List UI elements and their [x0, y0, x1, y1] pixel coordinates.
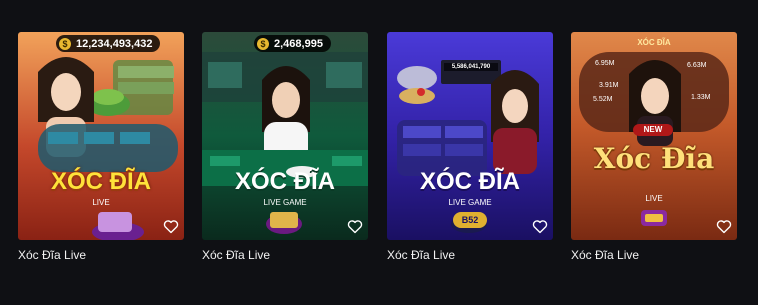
game-title: XÓC ĐĨA	[419, 168, 520, 195]
game-thumbnail[interactable]: 5,586,041,790 XÓC ĐĨA LIVE GAME B52	[387, 32, 553, 240]
dollar-coin-icon: $	[257, 37, 269, 50]
heart-outline-icon[interactable]	[163, 219, 179, 234]
heart-outline-icon[interactable]	[347, 219, 363, 234]
game-subtitle: LIVE GAME	[263, 198, 307, 207]
game-artwork	[202, 32, 368, 240]
board-value-5: 1.33M	[691, 94, 711, 101]
game-card-2[interactable]: $ 2,468,995 XÓC ĐĨA LIVE GAME Xóc Đĩa Li…	[202, 32, 368, 262]
game-title: Xóc Đĩa	[593, 142, 715, 175]
game-caption[interactable]: Xóc Đĩa Live	[387, 248, 553, 262]
game-caption[interactable]: Xóc Đĩa Live	[18, 248, 184, 262]
dollar-coin-icon: $	[59, 37, 71, 50]
jackpot-badge: $ 12,234,493,432	[56, 35, 161, 52]
game-thumbnail[interactable]: XÓC ĐĨA 6.95M 3.91M 5.52M 6.63M 1.33M NE…	[571, 32, 737, 240]
board-value-3: 5.52M	[593, 96, 613, 103]
heart-outline-icon[interactable]	[532, 219, 548, 234]
game-artwork	[18, 32, 184, 240]
game-title: XÓC ĐĨA	[50, 168, 151, 195]
jackpot-amount: 2,468,995	[274, 37, 323, 50]
game-thumbnail[interactable]: $ 12,234,493,432 XÓC ĐĨA LIVE	[18, 32, 184, 240]
game-title: XÓC ĐĨA	[234, 168, 335, 195]
board-value-1: 6.95M	[595, 60, 615, 67]
game-card-4[interactable]: XÓC ĐĨA 6.95M 3.91M 5.52M 6.63M 1.33M NE…	[571, 32, 737, 262]
game-card-3[interactable]: 5,586,041,790 XÓC ĐĨA LIVE GAME B52 Xóc …	[387, 32, 553, 262]
jackpot-badge: $ 2,468,995	[254, 35, 331, 52]
game-logo-icon	[641, 210, 667, 226]
new-badge: NEW	[633, 124, 673, 136]
top-title: XÓC ĐĨA	[637, 38, 671, 47]
game-subtitle: LIVE	[645, 194, 663, 203]
heart-outline-icon[interactable]	[716, 219, 732, 234]
game-caption[interactable]: Xóc Đĩa Live	[202, 248, 368, 262]
game-caption[interactable]: Xóc Đĩa Live	[571, 248, 737, 262]
screen-value: 5,586,041,790	[451, 64, 491, 70]
game-subtitle: LIVE	[92, 198, 110, 207]
game-thumbnail[interactable]: $ 2,468,995 XÓC ĐĨA LIVE GAME	[202, 32, 368, 240]
game-subtitle: LIVE GAME	[448, 198, 492, 207]
b52-logo: B52	[453, 212, 487, 228]
board-value-4: 6.63M	[687, 62, 707, 69]
game-card-1[interactable]: $ 12,234,493,432 XÓC ĐĨA LIVE Xóc Đĩa Li…	[18, 32, 184, 262]
board-value-2: 3.91M	[599, 82, 619, 89]
jackpot-amount: 12,234,493,432	[76, 37, 153, 50]
